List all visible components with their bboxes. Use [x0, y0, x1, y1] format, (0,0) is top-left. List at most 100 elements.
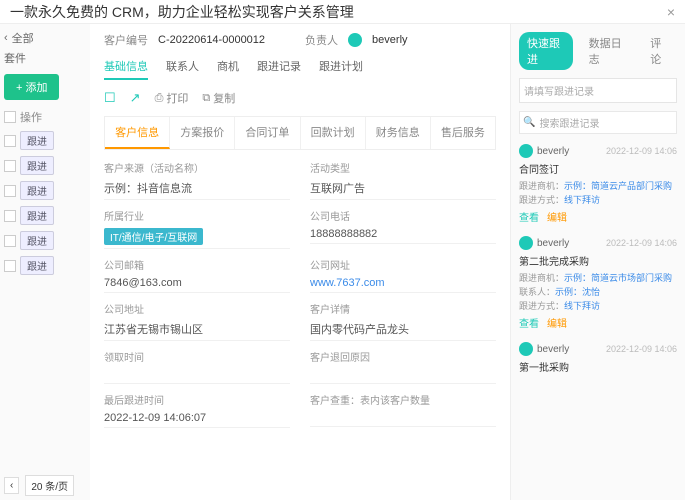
checkbox-row[interactable]: [4, 210, 16, 222]
side-tab-follow[interactable]: 快速跟进: [519, 32, 573, 70]
return-value[interactable]: [310, 366, 496, 384]
sidebar: 快速跟进 数据日志 评论 请填写跟进记录 🔍 搜索跟进记录 beverly 20…: [510, 24, 685, 500]
detail-modal: 客户编号 C-20220614-0000012 负责人 beverly 基础信息…: [90, 24, 685, 500]
follow-button[interactable]: 跟进: [20, 131, 54, 150]
website-value[interactable]: www.7637.com: [310, 274, 496, 293]
subtab-payment[interactable]: 回款计划: [301, 117, 366, 149]
subtab-customer[interactable]: 客户信息: [105, 117, 170, 149]
feed-title: 第一批采购: [519, 359, 677, 374]
checkbox-row[interactable]: [4, 260, 16, 272]
feed-row: 跟进商机：示例：简道云市场部门采购: [519, 271, 677, 284]
feed-item: beverly 2022-12-09 14:06 第二批完成采购 跟进商机：示例…: [519, 236, 677, 330]
toolbar: ☐ ↗ ⎙打印 ⧉复制: [104, 90, 496, 106]
receive-label: 领取时间: [104, 349, 290, 364]
view-button[interactable]: 查看: [519, 209, 539, 224]
tab-opportunity[interactable]: 商机: [217, 58, 239, 80]
checkbox-header[interactable]: [4, 111, 16, 123]
industry-label: 所属行业: [104, 208, 290, 223]
checkbox-row[interactable]: [4, 135, 16, 147]
receive-value[interactable]: [104, 366, 290, 384]
copy-icon: ⧉: [202, 92, 210, 105]
background-panel: ‹ 全部 套件 + 添加 操作 跟进 跟进 跟进 跟进 跟进 跟进 ‹ 20 条…: [0, 24, 90, 500]
sub-tabs: 客户信息 方案报价 合同订单 回款计划 财务信息 售后服务: [104, 116, 496, 150]
dup-value[interactable]: [310, 409, 496, 427]
tab-follow-record[interactable]: 跟进记录: [257, 58, 301, 80]
banner-text: 一款永久免费的 CRM，助力企业轻松实现客户关系管理: [10, 2, 354, 22]
industry-tag: IT/通信/电子/互联网: [104, 228, 203, 245]
subtab-service[interactable]: 售后服务: [431, 117, 495, 149]
follow-button[interactable]: 跟进: [20, 181, 54, 200]
customer-id-label: 客户编号: [104, 32, 148, 48]
checkbox-row[interactable]: [4, 185, 16, 197]
email-value[interactable]: 7846@163.com: [104, 274, 290, 293]
follow-button[interactable]: 跟进: [20, 231, 54, 250]
side-tab-log[interactable]: 数据日志: [581, 32, 635, 70]
phone-value[interactable]: 18888888882: [310, 225, 496, 244]
close-icon[interactable]: ×: [667, 4, 675, 20]
phone-label: 公司电话: [310, 208, 496, 223]
feed-title: 第二批完成采购: [519, 253, 677, 268]
follow-button[interactable]: 跟进: [20, 156, 54, 175]
avatar-icon: [519, 236, 533, 250]
form-grid: 客户来源（活动名称）示例：抖音信息流 活动类型互联网广告 所属行业IT/通信/电…: [104, 160, 496, 428]
subtab-finance[interactable]: 财务信息: [366, 117, 431, 149]
action-header: 操作: [20, 109, 42, 125]
feed-author: beverly: [537, 344, 569, 355]
back-icon[interactable]: ‹: [4, 32, 8, 44]
source-label: 客户来源（活动名称）: [104, 160, 290, 175]
customer-id-value: C-20220614-0000012: [158, 34, 265, 46]
edit-button[interactable]: 编辑: [547, 315, 567, 330]
dup-label: 客户查重：表内该客户数量: [310, 392, 496, 407]
avatar-icon: [519, 342, 533, 356]
search-icon: 🔍: [523, 117, 535, 128]
main-panel: 客户编号 C-20220614-0000012 负责人 beverly 基础信息…: [90, 24, 510, 500]
print-button[interactable]: ⎙打印: [155, 90, 189, 106]
tab-follow-plan[interactable]: 跟进计划: [319, 58, 363, 80]
avatar-icon: [348, 33, 362, 47]
print-icon: ⎙: [155, 92, 164, 105]
tab-contact[interactable]: 联系人: [166, 58, 199, 80]
feed-time: 2022-12-09 14:06: [606, 344, 677, 354]
feed-time: 2022-12-09 14:06: [606, 238, 677, 248]
industry-value[interactable]: IT/通信/电子/互联网: [104, 225, 290, 249]
source-value[interactable]: 示例：抖音信息流: [104, 177, 290, 200]
feed-row: 跟进方式：线下拜访: [519, 299, 677, 312]
add-button[interactable]: + 添加: [4, 74, 59, 100]
detail-value[interactable]: 国内零代码产品龙头: [310, 318, 496, 341]
checkbox-row[interactable]: [4, 160, 16, 172]
follow-button[interactable]: 跟进: [20, 206, 54, 225]
page-prev[interactable]: ‹: [4, 477, 19, 494]
subtab-quote[interactable]: 方案报价: [170, 117, 235, 149]
page-size[interactable]: 20 条/页: [25, 475, 74, 496]
last-value[interactable]: 2022-12-09 14:06:07: [104, 409, 290, 428]
side-tab-comment[interactable]: 评论: [642, 32, 677, 70]
view-button[interactable]: 查看: [519, 315, 539, 330]
feed-author: beverly: [537, 238, 569, 249]
filter-all[interactable]: 全部: [12, 30, 34, 46]
feed-item: beverly 2022-12-09 14:06 合同签订 跟进商机：示例：简道…: [519, 144, 677, 224]
tab-basic[interactable]: 基础信息: [104, 58, 148, 80]
search-placeholder: 搜索跟进记录: [539, 115, 599, 130]
follow-button[interactable]: 跟进: [20, 256, 54, 275]
address-value[interactable]: 江苏省无锡市锡山区: [104, 318, 290, 341]
checkbox-row[interactable]: [4, 235, 16, 247]
search-input[interactable]: 🔍 搜索跟进记录: [519, 111, 677, 134]
share-icon[interactable]: ↗: [130, 90, 141, 106]
feed-row: 跟进商机：示例：简道云产品部门采购: [519, 179, 677, 192]
open-icon[interactable]: ☐: [104, 90, 116, 106]
type-value[interactable]: 互联网广告: [310, 177, 496, 200]
feed-title: 合同签订: [519, 161, 677, 176]
detail-label: 客户详情: [310, 301, 496, 316]
feed-row: 联系人：示例：沈怡: [519, 285, 677, 298]
owner-label: 负责人: [305, 32, 338, 48]
return-label: 客户退回原因: [310, 349, 496, 364]
feed-row: 跟进方式：线下拜访: [519, 193, 677, 206]
feed-item: beverly 2022-12-09 14:06 第一批采购: [519, 342, 677, 374]
subtab-contract[interactable]: 合同订单: [235, 117, 300, 149]
feed-author: beverly: [537, 146, 569, 157]
avatar-icon: [519, 144, 533, 158]
follow-input[interactable]: 请填写跟进记录: [519, 78, 677, 103]
edit-button[interactable]: 编辑: [547, 209, 567, 224]
last-label: 最后跟进时间: [104, 392, 290, 407]
copy-button[interactable]: ⧉复制: [202, 90, 235, 106]
